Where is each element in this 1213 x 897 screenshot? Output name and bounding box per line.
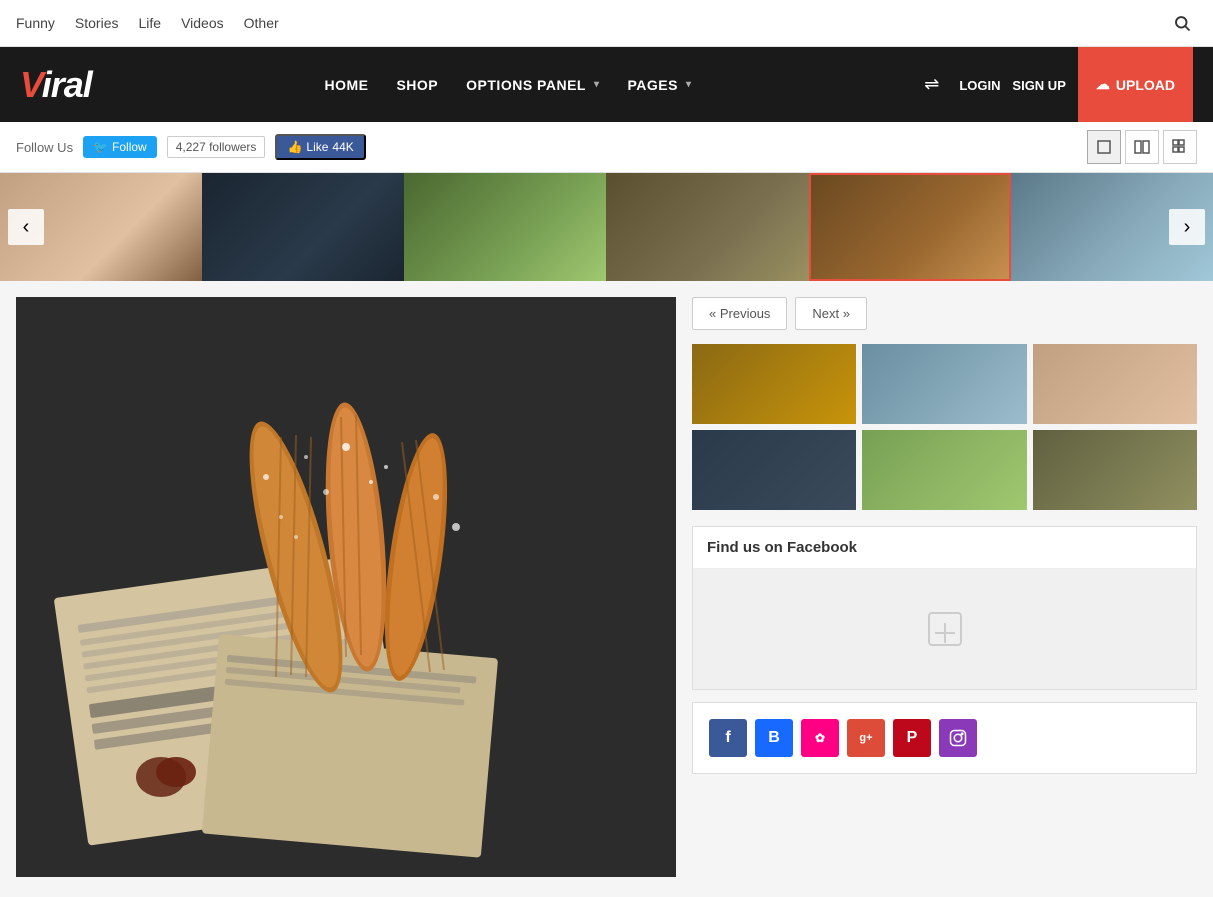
view-toggles (1087, 130, 1197, 164)
carousel-prev-button[interactable]: ‹ (8, 209, 44, 245)
login-link[interactable]: LOGIN (959, 78, 1000, 93)
top-navigation: Funny Stories Life Videos Other (0, 0, 1213, 47)
view-single-button[interactable] (1087, 130, 1121, 164)
main-nav: HOME SHOP OPTIONS PANEL ▾ PAGES ▾ (312, 69, 703, 101)
header-right: ⇌ LOGIN SIGN UP ☁ UPLOAD (924, 47, 1193, 122)
carousel-item-2[interactable] (202, 173, 404, 281)
follow-bar: Follow Us 🐦 Follow 4,227 followers 👍 Lik… (0, 122, 1213, 173)
facebook-box: Find us on Facebook (692, 526, 1197, 690)
thumbnail-4[interactable] (692, 430, 856, 510)
logo-rest: iral (42, 64, 92, 105)
share-behance-button[interactable]: B (755, 719, 793, 757)
upload-button[interactable]: ☁ UPLOAD (1078, 47, 1193, 122)
thumbnail-3[interactable] (1033, 344, 1197, 424)
twitter-icon: 🐦 (93, 140, 108, 154)
follow-us-label: Follow Us (16, 140, 73, 155)
thumbnail-1[interactable] (692, 344, 856, 424)
signup-link[interactable]: SIGN UP (1012, 78, 1065, 93)
nav-link-videos[interactable]: Videos (181, 15, 224, 31)
nav-buttons: « Previous Next » (692, 297, 1197, 330)
sidebar: « Previous Next » (692, 297, 1197, 877)
twitter-follow-button[interactable]: 🐦 Follow (83, 136, 157, 158)
content-area: « Previous Next » (0, 281, 1213, 893)
share-flickr-button[interactable]: ✿ (801, 719, 839, 757)
logo-v: V (20, 64, 42, 105)
auth-links: LOGIN SIGN UP (951, 77, 1066, 93)
thumbnail-5[interactable] (862, 430, 1026, 510)
main-image-wrap (16, 297, 676, 877)
logo[interactable]: Viral (20, 64, 92, 106)
carousel: ‹ › (0, 173, 1213, 281)
nav-link-funny[interactable]: Funny (16, 15, 55, 31)
prev-button[interactable]: « Previous (692, 297, 787, 330)
carousel-item-5[interactable] (809, 173, 1011, 281)
facebook-box-header: Find us on Facebook (693, 527, 1196, 569)
carousel-inner (0, 173, 1213, 281)
main-image (16, 297, 676, 877)
view-double-button[interactable] (1125, 130, 1159, 164)
share-pinterest-button[interactable]: P (893, 719, 931, 757)
thumbnail-2[interactable] (862, 344, 1026, 424)
followers-count: 4,227 followers (167, 136, 266, 158)
nav-home[interactable]: HOME (312, 69, 380, 101)
thumbnail-6[interactable] (1033, 430, 1197, 510)
facebook-placeholder (693, 569, 1196, 689)
upload-icon: ☁ (1096, 76, 1110, 93)
carousel-next-button[interactable]: › (1169, 209, 1205, 245)
share-facebook-button[interactable]: f (709, 719, 747, 757)
main-header: Viral HOME SHOP OPTIONS PANEL ▾ PAGES ▾ … (0, 47, 1213, 122)
nav-link-life[interactable]: Life (139, 15, 162, 31)
next-button[interactable]: Next » (795, 297, 867, 330)
carousel-item-4[interactable] (606, 173, 808, 281)
nav-link-stories[interactable]: Stories (75, 15, 119, 31)
fb-like-icon: 👍 (287, 140, 302, 154)
share-instagram-button[interactable] (939, 719, 977, 757)
nav-shop[interactable]: SHOP (384, 69, 450, 101)
nav-link-other[interactable]: Other (244, 15, 279, 31)
social-share-buttons: f B ✿ g+ P (692, 702, 1197, 774)
shuffle-button[interactable]: ⇌ (924, 74, 939, 95)
top-nav-links: Funny Stories Life Videos Other (16, 15, 279, 31)
pages-caret: ▾ (686, 79, 692, 90)
follow-left: Follow Us 🐦 Follow 4,227 followers 👍 Lik… (16, 134, 366, 160)
thumbnail-grid (692, 344, 1197, 510)
share-googleplus-button[interactable]: g+ (847, 719, 885, 757)
view-grid-button[interactable] (1163, 130, 1197, 164)
options-panel-caret: ▾ (594, 79, 600, 90)
nav-pages[interactable]: PAGES ▾ (616, 69, 704, 101)
carousel-item-3[interactable] (404, 173, 606, 281)
nav-options-panel[interactable]: OPTIONS PANEL ▾ (454, 69, 611, 101)
search-icon[interactable] (1167, 8, 1197, 38)
facebook-like-button[interactable]: 👍 Like 44K (275, 134, 365, 160)
